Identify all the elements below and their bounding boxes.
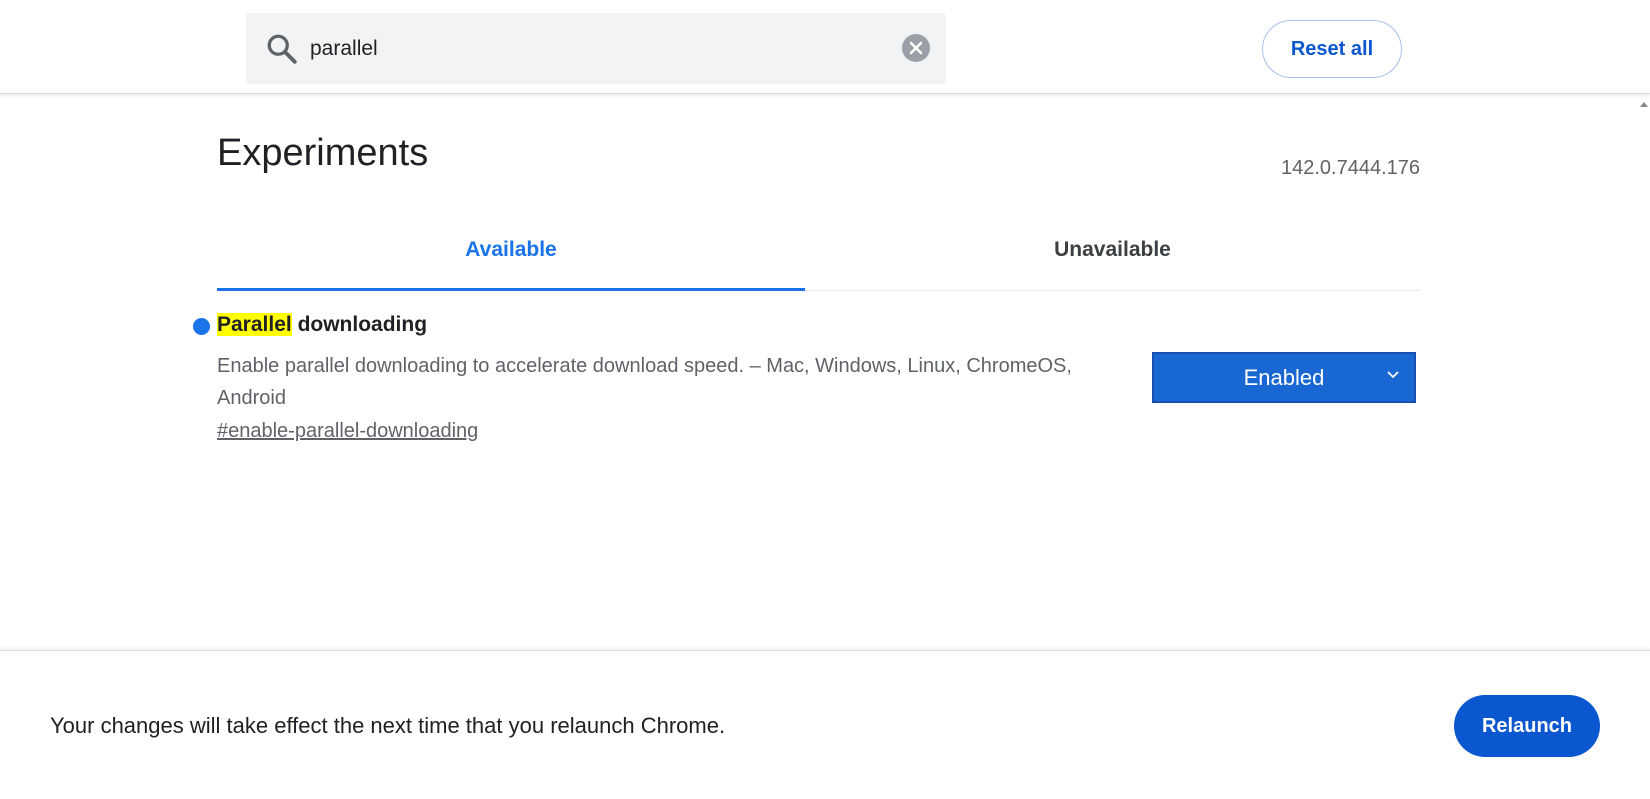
header: Reset all [0,0,1650,94]
search-icon [267,34,297,64]
experiment-title: Parallel downloading [217,313,427,337]
tab-unavailable[interactable]: Unavailable [805,228,1420,288]
tab-available[interactable]: Available [217,228,805,291]
version-label: 142.0.7444.176 [1280,157,1420,179]
close-icon [909,41,923,55]
search-box [246,13,946,84]
page-title: Experiments [217,132,429,174]
relaunch-message: Your changes will take effect the next t… [50,713,726,738]
modified-indicator-dot [193,318,210,335]
experiment-title-rest: downloading [291,313,428,336]
search-input[interactable] [308,33,872,65]
search-highlight: Parallel [217,313,292,336]
chevron-down-icon [1387,371,1399,379]
experiment-description: Enable parallel downloading to accelerat… [217,355,1072,409]
selected-option: Enabled [1243,364,1325,390]
experiment-permalink[interactable]: #enable-parallel-downloading [217,420,478,443]
experiment-state-select[interactable]: Enabled [1152,352,1416,403]
clear-search-button[interactable] [902,34,930,62]
scrollbar-up-arrow[interactable] [1640,102,1648,107]
reset-all-button[interactable]: Reset all [1262,20,1402,78]
relaunch-button[interactable]: Relaunch [1454,695,1600,757]
relaunch-footer: Your changes will take effect the next t… [0,650,1650,799]
tab-bar: Available Unavailable [217,228,1420,291]
